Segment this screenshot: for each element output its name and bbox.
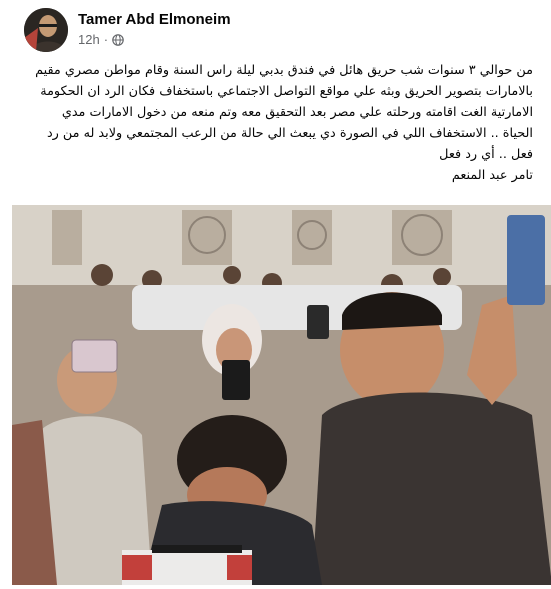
post-text-line: بالامارات بتصوير الحريق وبثه علي مواقع ا… bbox=[40, 84, 533, 99]
author-name[interactable]: Tamer Abd Elmoneim bbox=[78, 11, 231, 28]
crowd-photo bbox=[12, 205, 551, 585]
post-time[interactable]: 12h bbox=[78, 32, 100, 47]
post-photo[interactable] bbox=[12, 205, 551, 585]
post-header: Tamer Abd Elmoneim 12h · bbox=[24, 8, 524, 52]
author-avatar[interactable] bbox=[24, 8, 68, 52]
post-text-line: الحياة .. الاستخفاف اللي في الصورة دي يب… bbox=[46, 126, 533, 141]
post-text-line: من حوالي ٣ سنوات شب حريق هائل في فندق بد… bbox=[35, 63, 533, 78]
post-meta: 12h · bbox=[78, 32, 124, 47]
post-text-line: الامارتية الغت اقامته ورحلته علي مصر بعد… bbox=[61, 105, 533, 120]
post-text-line: فعل .. أي رد فعل bbox=[439, 147, 533, 162]
post-signature: تامر عبد المنعم bbox=[451, 168, 533, 183]
meta-separator: · bbox=[103, 32, 109, 47]
globe-icon[interactable] bbox=[112, 33, 124, 46]
post-text: من حوالي ٣ سنوات شب حريق هائل في فندق بد… bbox=[18, 60, 533, 186]
avatar-image bbox=[24, 8, 68, 52]
facebook-post: Tamer Abd Elmoneim 12h · من حوالي ٣ سنوا… bbox=[0, 0, 551, 589]
